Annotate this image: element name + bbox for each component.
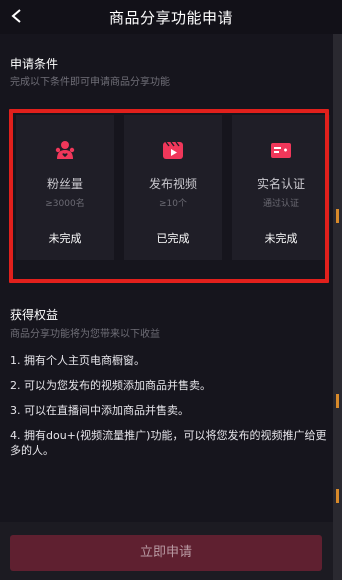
benefits-title: 获得权益 (10, 308, 59, 322)
edge-marker (336, 489, 339, 503)
benefit-item: 3. 可以在直播间中添加商品并售卖。 (10, 404, 189, 417)
conditions-title: 申请条件 (10, 57, 59, 71)
page-title: 商品分享功能申请 (108, 9, 233, 27)
benefit-item: 2. 可以为您发布的视频添加商品并售卖。 (10, 379, 211, 392)
conditions-subtitle: 完成以下条件即可申请商品分享功能 (10, 77, 170, 88)
benefit-item: 4. 拥有dou+(视频流量推广)功能，可以将您发布的视频推广给更多的人。 (10, 429, 327, 457)
header-bar: 商品分享功能申请 (0, 0, 342, 34)
highlight-frame (9, 109, 329, 283)
right-edge-strip (333, 34, 342, 580)
benefits-subtitle: 商品分享功能将为您带来以下收益 (10, 329, 160, 340)
edge-marker (336, 394, 339, 408)
edge-marker (336, 209, 339, 223)
benefit-item: 1. 拥有个人主页电商橱窗。 (10, 354, 145, 367)
apply-button[interactable]: 立即申请 (10, 535, 322, 571)
